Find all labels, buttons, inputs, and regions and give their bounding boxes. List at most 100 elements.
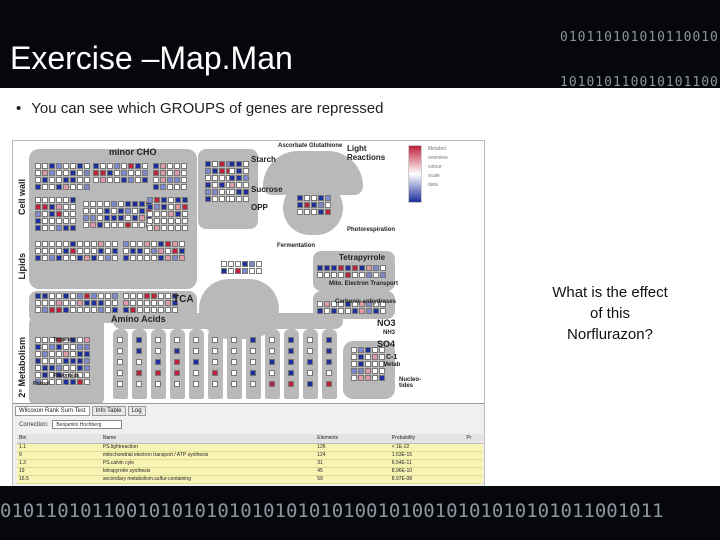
heatmap-cell: [242, 261, 248, 267]
heatmap-cell: [77, 300, 83, 306]
col-pr[interactable]: Pr: [464, 434, 483, 444]
heatmap-cell: [358, 361, 364, 367]
label-so4: SO4: [377, 339, 396, 349]
heatmap-cell: [56, 177, 62, 183]
heatmap-cell: [107, 163, 113, 169]
heatmap-cell: [147, 211, 153, 217]
correction-select[interactable]: Benjamini Hochberg: [52, 420, 123, 429]
heatmap-cell: [243, 196, 249, 202]
tab-info-table[interactable]: Info Table: [91, 406, 126, 416]
heatmap-cell: [236, 182, 242, 188]
heatmap-cell: [167, 177, 173, 183]
heatmap-cell: [231, 359, 237, 365]
heatmap-cell: [153, 184, 159, 190]
tab-log[interactable]: Log: [127, 406, 146, 416]
heatmap-cell: [249, 261, 255, 267]
heatmap-cell: [324, 265, 330, 271]
heatmap-cell: [326, 359, 332, 365]
heatmap-cell: [212, 348, 218, 354]
heatmap-cell: [137, 255, 143, 261]
heatmap-cell: [35, 337, 41, 343]
heatmap-cell: [63, 218, 69, 224]
heatmap-cell: [77, 241, 83, 247]
tab-wilcoxon[interactable]: Wilcoxon Rank Sum Test: [15, 406, 90, 416]
heatmap-cell: [121, 170, 127, 176]
heatmap-cell: [380, 272, 386, 278]
heatmap-cell: [269, 381, 275, 387]
heatmap-cell: [365, 368, 371, 374]
heatmap-cell: [112, 248, 118, 254]
heatmap-cell: [324, 272, 330, 278]
heatmap-cell: [91, 293, 97, 299]
heatmap-cell: [147, 225, 153, 231]
label-fermentation: Fermentation: [277, 243, 316, 249]
heatmap-cell: [84, 351, 90, 357]
heatmap-cell: [317, 272, 323, 278]
heatmap-cell: [325, 195, 331, 201]
heatmap-cell: [219, 196, 225, 202]
heatmap-cell: [70, 241, 76, 247]
table-row[interactable]: 1.1 PS.lightreaction 126 < 1E-22: [17, 443, 483, 452]
col-elements[interactable]: Elements: [315, 434, 390, 444]
heatmap-cell: [155, 337, 161, 343]
heatmap-cell: [49, 225, 55, 231]
wilcoxon-panel: Wilcoxon Rank Sum Test Info Table Log Co…: [13, 403, 484, 487]
heatmap-cell: [250, 337, 256, 343]
heatmap-cell: [63, 344, 69, 350]
heatmap-cell: [154, 197, 160, 203]
heatmap-cell: [379, 375, 385, 381]
heatmap-cell: [35, 225, 41, 231]
table-row[interactable]: 9 mitochondrial electron transport / ATP …: [17, 451, 483, 460]
heatmap-cell: [311, 209, 317, 215]
heatmap-cell: [182, 204, 188, 210]
heatmap-cell: [151, 241, 157, 247]
heatmap-cell: [172, 307, 178, 313]
heatmap-cell: [91, 307, 97, 313]
heatmap-cell: [250, 359, 256, 365]
label-mito: Mito. Electron Transport: [329, 281, 399, 287]
heatmap-cell: [118, 208, 124, 214]
col-name[interactable]: Name: [100, 434, 316, 444]
heatmap-cell: [123, 255, 129, 261]
table-row[interactable]: 16.5 secondary metabolism.sulfur-containi…: [17, 475, 483, 484]
heatmap-cell: [70, 211, 76, 217]
heatmap-cell: [63, 197, 69, 203]
heatmap-cell: [325, 202, 331, 208]
heatmap-cell: [243, 182, 249, 188]
table-row[interactable]: 1.3 PS.calvin cyle 31 6.54E-11: [17, 459, 483, 468]
heatmap-cell: [182, 218, 188, 224]
heatmap-cell: [35, 293, 41, 299]
heatmap-cell: [365, 347, 371, 353]
heatmap-cell: [212, 182, 218, 188]
col-bin[interactable]: Bin: [17, 434, 101, 444]
heatmap-cell: [91, 241, 97, 247]
legend-text: Metabol overview colour scale data: [428, 145, 484, 193]
heatmap-cell: [42, 177, 48, 183]
heatmap-cell: [231, 348, 237, 354]
heatmap-cell: [63, 204, 69, 210]
heatmap-cell: [231, 337, 237, 343]
label-starch: Starch: [251, 155, 276, 164]
heatmap-cell: [153, 177, 159, 183]
heatmap-cell: [125, 208, 131, 214]
heatmap-cell: [352, 265, 358, 271]
heatmap-cell: [137, 248, 143, 254]
heatmap-cell: [212, 381, 218, 387]
cell-name: tetrapyrrole synthesis: [100, 467, 316, 476]
heatmap-cell: [345, 265, 351, 271]
heatmap-cell: [111, 222, 117, 228]
heatmap-cell: [35, 358, 41, 364]
heatmap-cell: [84, 248, 90, 254]
heatmap-cell: [84, 379, 90, 385]
table-row[interactable]: 19 tetrapyrrole synthesis 45 8.96E-10: [17, 467, 483, 476]
heatmap-cell: [135, 170, 141, 176]
heatmap-cell: [219, 161, 225, 167]
heatmap-cell: [117, 337, 123, 343]
cell-name: PS.lightreaction: [100, 443, 316, 452]
metabolism-overview-map: minor CHO Cell wall Lipids Starch Sucros…: [13, 141, 484, 406]
heatmap-cell: [84, 307, 90, 313]
col-probability[interactable]: Probability: [389, 434, 465, 444]
heatmap-cell: [235, 261, 241, 267]
heatmap-cell: [42, 307, 48, 313]
heatmap-cell: [142, 163, 148, 169]
